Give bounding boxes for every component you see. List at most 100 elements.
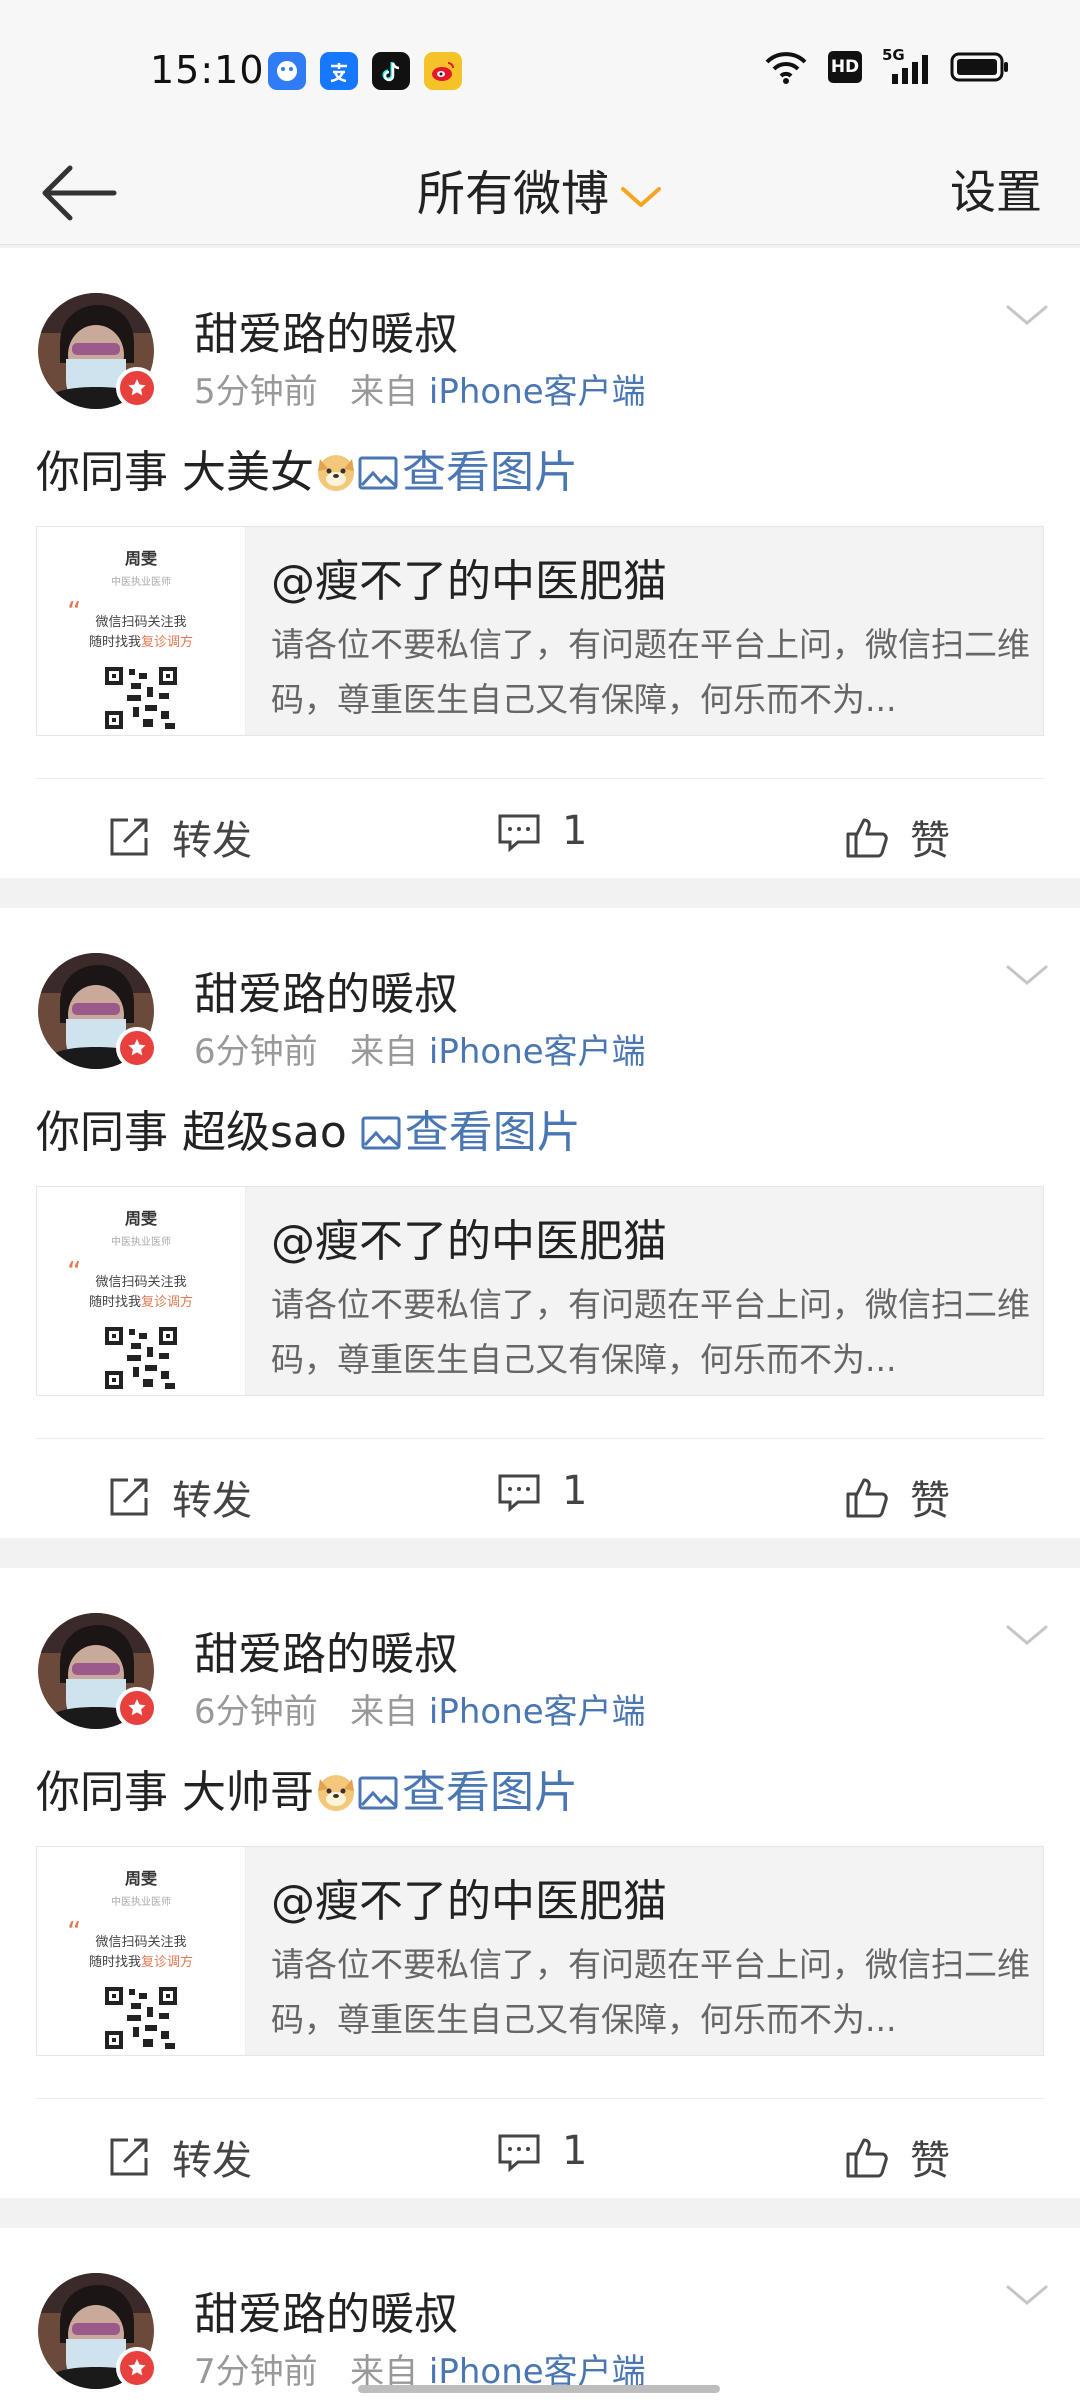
post-menu-chevron-icon[interactable]	[1004, 300, 1050, 330]
shared-post-title: @瘦不了的中医肥猫	[271, 1876, 667, 1927]
shared-post-thumbnail: 周雯 中医执业医师 “ 微信扫码关注我 随时找我复诊调方	[37, 1187, 246, 1395]
comment-button[interactable]: 1	[496, 808, 587, 854]
doge-emoji-icon	[318, 455, 354, 491]
repost-button[interactable]: 转发	[106, 1468, 252, 1526]
thumb-line: 微信扫码关注我	[95, 1935, 187, 1950]
repost-icon	[110, 1478, 148, 1516]
repost-label: 转发	[172, 2138, 252, 2184]
post-actions: 转发 1 赞	[0, 2098, 1080, 2198]
thumb-name: 周雯	[124, 549, 157, 568]
view-image-link[interactable]: 查看图片	[358, 447, 578, 498]
shared-post-card[interactable]: 周雯 中医执业医师 “ 微信扫码关注我 随时找我复诊调方 @瘦不了的中医肥猫 请…	[36, 1846, 1044, 2056]
view-image-label: 查看图片	[402, 1767, 578, 1818]
verified-badge-icon	[116, 367, 158, 409]
comment-button[interactable]: 1	[496, 1468, 587, 1514]
shared-post-card[interactable]: 周雯 中医执业医师 “ 微信扫码关注我 随时找我复诊调方 @瘦不了的中医肥猫 请…	[36, 526, 1044, 736]
image-icon	[361, 1116, 401, 1150]
shared-post-card[interactable]: 周雯 中医执业医师 “ 微信扫码关注我 随时找我复诊调方 @瘦不了的中医肥猫 请…	[36, 1186, 1044, 1396]
alipay-app-icon	[320, 52, 358, 90]
battery-icon	[950, 52, 1008, 82]
verified-badge-icon	[116, 1687, 158, 1729]
post-meta: 6分钟前 来自 iPhone客户端	[194, 1684, 646, 1733]
comment-icon	[498, 814, 540, 853]
post-username[interactable]: 甜爱路的暖叔	[194, 958, 458, 1022]
shared-post-desc: 请各位不要私信了，有问题在平台上问，微信扫二维码，尊重医生自己又有保障，何乐而不…	[271, 625, 1030, 719]
feed-filter-dropdown[interactable]: 所有微博	[0, 154, 1080, 224]
post-menu-chevron-icon[interactable]	[1004, 2280, 1050, 2310]
hd-icon: HD	[828, 51, 862, 83]
thumbs-up-icon	[846, 2138, 888, 2178]
status-app-icons	[268, 52, 462, 90]
post-time: 6分钟前	[194, 1032, 318, 1072]
image-icon	[358, 1776, 398, 1810]
view-image-label: 查看图片	[402, 447, 578, 498]
hd-label: HD	[830, 57, 860, 77]
thumb-line: 微信扫码关注我	[95, 1275, 187, 1290]
home-indicator[interactable]	[358, 2385, 720, 2393]
thumb-line-b: 复诊调方	[141, 1295, 194, 1310]
thumb-name: 周雯	[124, 1209, 157, 1228]
post-menu-chevron-icon[interactable]	[1004, 1620, 1050, 1650]
verified-badge-icon	[116, 1027, 158, 1069]
page-title: 所有微博	[416, 166, 609, 222]
post-card: 甜爱路的暖叔 6分钟前 来自 iPhone客户端 你同事 超级sao 查看图片 …	[0, 908, 1080, 1538]
post-username[interactable]: 甜爱路的暖叔	[194, 298, 458, 362]
tiktok-app-icon	[372, 52, 410, 90]
shared-post-desc: 请各位不要私信了，有问题在平台上问，微信扫二维码，尊重医生自己又有保障，何乐而不…	[271, 1285, 1030, 1379]
thumb-subtitle: 中医执业医师	[111, 1897, 171, 1908]
like-label: 赞	[910, 818, 950, 864]
post-text: 你同事 超级sao 查看图片	[36, 1096, 581, 1160]
post-card: 甜爱路的暖叔 7分钟前 来自 iPhone客户端	[0, 2228, 1080, 2400]
baidu-app-icon	[268, 52, 306, 90]
shared-post-thumbnail: 周雯 中医执业医师 “ 微信扫码关注我 随时找我复诊调方	[37, 527, 246, 735]
post-time: 5分钟前	[194, 372, 318, 412]
like-button[interactable]: 赞	[844, 808, 950, 866]
thumb-line: 随时找我复诊调方	[37, 1951, 245, 1970]
shared-post-title: @瘦不了的中医肥猫	[271, 1216, 667, 1267]
thumb-line-a: 随时找我	[88, 635, 141, 650]
repost-button[interactable]: 转发	[106, 2128, 252, 2186]
repost-icon	[110, 818, 148, 856]
view-image-link[interactable]: 查看图片	[358, 1767, 578, 1818]
comment-count: 1	[562, 1468, 588, 1514]
weibo-app-icon	[424, 52, 462, 90]
post-source[interactable]: iPhone客户端	[429, 372, 646, 412]
5g-signal-icon: 5G	[882, 46, 930, 84]
post-from-label: 来自	[350, 1692, 419, 1732]
post-text-content: 你同事 大帅哥	[36, 1767, 314, 1818]
post-username[interactable]: 甜爱路的暖叔	[194, 2278, 458, 2342]
comment-button[interactable]: 1	[496, 2128, 587, 2174]
post-actions: 转发 1 赞	[0, 778, 1080, 878]
repost-button[interactable]: 转发	[106, 808, 252, 866]
post-source[interactable]: iPhone客户端	[429, 1692, 646, 1732]
like-label: 赞	[910, 1478, 950, 1524]
settings-button[interactable]: 设置	[950, 156, 1042, 222]
thumb-line-b: 复诊调方	[141, 635, 194, 650]
thumb-line: 随时找我复诊调方	[37, 631, 245, 650]
thumb-line-b: 复诊调方	[141, 1955, 194, 1970]
post-text-content: 你同事 超级sao	[36, 1107, 347, 1158]
post-meta: 5分钟前 来自 iPhone客户端	[194, 364, 646, 413]
post-time: 6分钟前	[194, 1692, 318, 1732]
thumb-name: 周雯	[124, 1869, 157, 1888]
post-text: 你同事 大美女 查看图片	[36, 436, 578, 500]
wifi-icon	[765, 52, 807, 84]
post-menu-chevron-icon[interactable]	[1004, 960, 1050, 990]
thumbs-up-icon	[846, 1478, 888, 1518]
shared-post-title: @瘦不了的中医肥猫	[271, 556, 667, 607]
post-source[interactable]: iPhone客户端	[429, 1032, 646, 1072]
post-card: 甜爱路的暖叔 5分钟前 来自 iPhone客户端 你同事 大美女 查看图片 周雯 …	[0, 248, 1080, 878]
repost-icon	[110, 2138, 148, 2176]
view-image-label: 查看图片	[404, 1107, 581, 1158]
thumb-line: 微信扫码关注我	[95, 615, 187, 630]
post-from-label: 来自	[350, 372, 419, 412]
view-image-link[interactable]: 查看图片	[361, 1107, 581, 1158]
post-username[interactable]: 甜爱路的暖叔	[194, 1618, 458, 1682]
like-button[interactable]: 赞	[844, 1468, 950, 1526]
like-button[interactable]: 赞	[844, 2128, 950, 2186]
nav-bar: 所有微博 设置	[0, 140, 1080, 245]
post-text: 你同事 大帅哥 查看图片	[36, 1756, 578, 1820]
thumb-line-a: 随时找我	[88, 1955, 141, 1970]
post-time: 7分钟前	[194, 2352, 318, 2392]
comment-icon	[498, 1474, 540, 1513]
